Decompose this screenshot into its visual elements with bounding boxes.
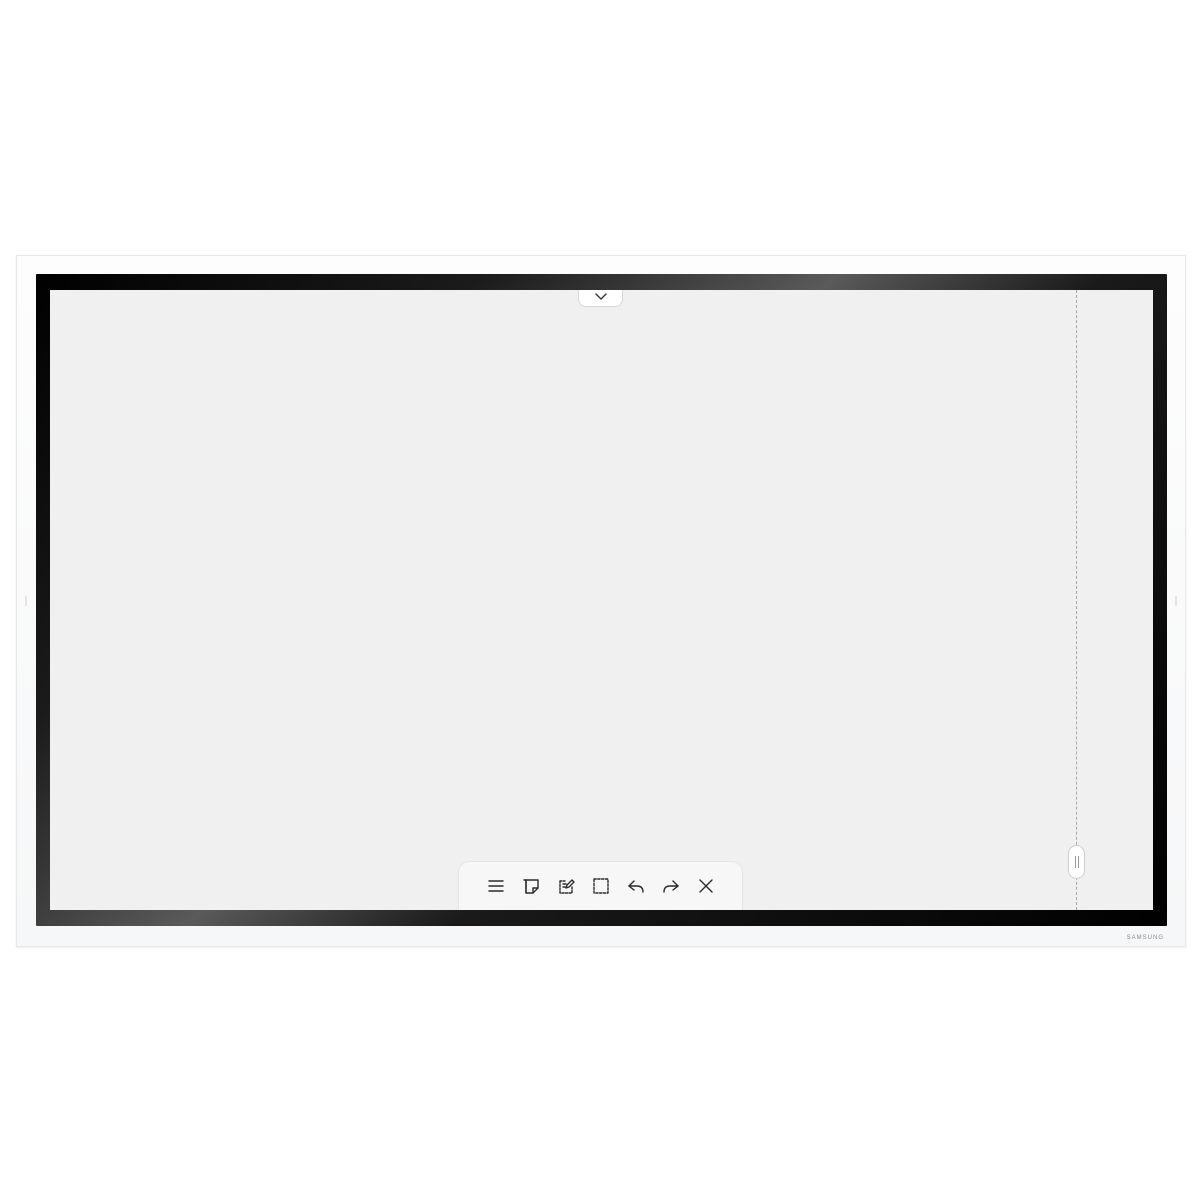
menu-icon	[487, 880, 504, 892]
close-icon	[698, 879, 713, 893]
screen-bezel	[36, 274, 1167, 926]
menu-button[interactable]	[483, 874, 508, 899]
undo-icon	[627, 880, 644, 893]
undo-button[interactable]	[623, 874, 648, 899]
redo-icon	[662, 880, 679, 893]
right-side-sensor	[1175, 596, 1177, 606]
bottom-toolbar	[459, 862, 742, 910]
grip-line	[1074, 856, 1076, 868]
top-pull-tab[interactable]	[578, 290, 623, 307]
note-button[interactable]	[518, 874, 543, 899]
edit-page-icon	[558, 879, 575, 894]
sticky-note-icon	[522, 879, 539, 894]
page-edge-divider	[1076, 290, 1077, 910]
chevron-down-icon	[594, 293, 607, 300]
select-button[interactable]	[588, 874, 613, 899]
left-side-sensor	[25, 596, 27, 606]
display-device: SAMSUNG	[16, 255, 1186, 947]
close-button[interactable]	[693, 874, 718, 899]
selection-box-icon	[592, 878, 609, 894]
whiteboard-canvas[interactable]	[50, 290, 1153, 910]
scroll-handle[interactable]	[1068, 845, 1085, 879]
grip-line	[1077, 856, 1079, 868]
edit-page-button[interactable]	[553, 874, 578, 899]
brand-logo: SAMSUNG	[1126, 935, 1164, 941]
redo-button[interactable]	[658, 874, 683, 899]
